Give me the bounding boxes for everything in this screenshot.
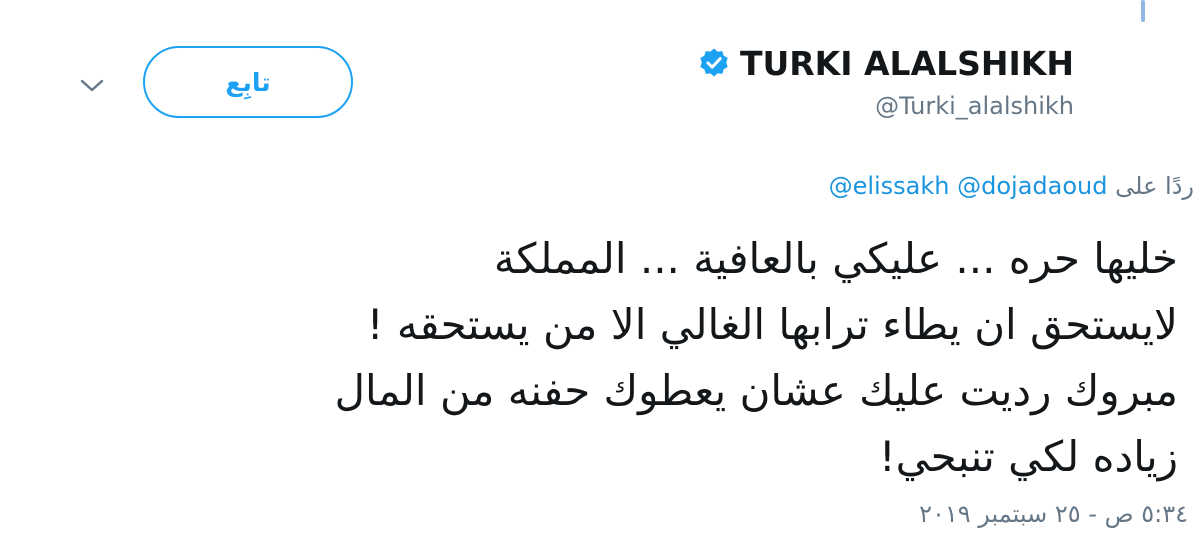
- replying-to-row: ردًا على @dojadaoud @elissakh: [829, 172, 1194, 200]
- mention-link-dojadaoud[interactable]: @dojadaoud: [957, 172, 1107, 200]
- mention-link-elissakh[interactable]: @elissakh: [829, 172, 950, 200]
- replying-to-label: ردًا على: [1115, 172, 1194, 200]
- tweet-text-line: لايستحق ان يطاء ترابها الغالي الا من يست…: [366, 300, 1178, 349]
- author-display-name[interactable]: TURKI ALALSHIKH: [740, 44, 1074, 83]
- tweet-text-line: خليها حره ... عليكي بالعافية ... المملكة: [493, 234, 1178, 283]
- verified-badge-icon: [698, 47, 730, 79]
- author-handle[interactable]: @Turki_alalshikh: [875, 92, 1074, 120]
- tweet-timestamp[interactable]: ٥:٣٤ ص - ٢٥ سبتمبر ٢٠١٩: [919, 500, 1188, 528]
- chevron-down-icon: [80, 79, 104, 92]
- follow-button-label: تابِع: [225, 67, 271, 97]
- tweet-text-line: مبروك رديت عليك عشان يعطوك حفنه من المال: [334, 366, 1178, 415]
- scroll-indicator: [1141, 0, 1145, 22]
- follow-button[interactable]: تابِع: [143, 46, 353, 118]
- tweet-text-line: زياده لكي تنبحي!: [878, 432, 1178, 481]
- author-name-row[interactable]: TURKI ALALSHIKH: [698, 38, 1074, 88]
- more-options-button[interactable]: [76, 70, 108, 102]
- tweet-text: خليها حره ... عليكي بالعافية ... المملكة…: [78, 226, 1178, 490]
